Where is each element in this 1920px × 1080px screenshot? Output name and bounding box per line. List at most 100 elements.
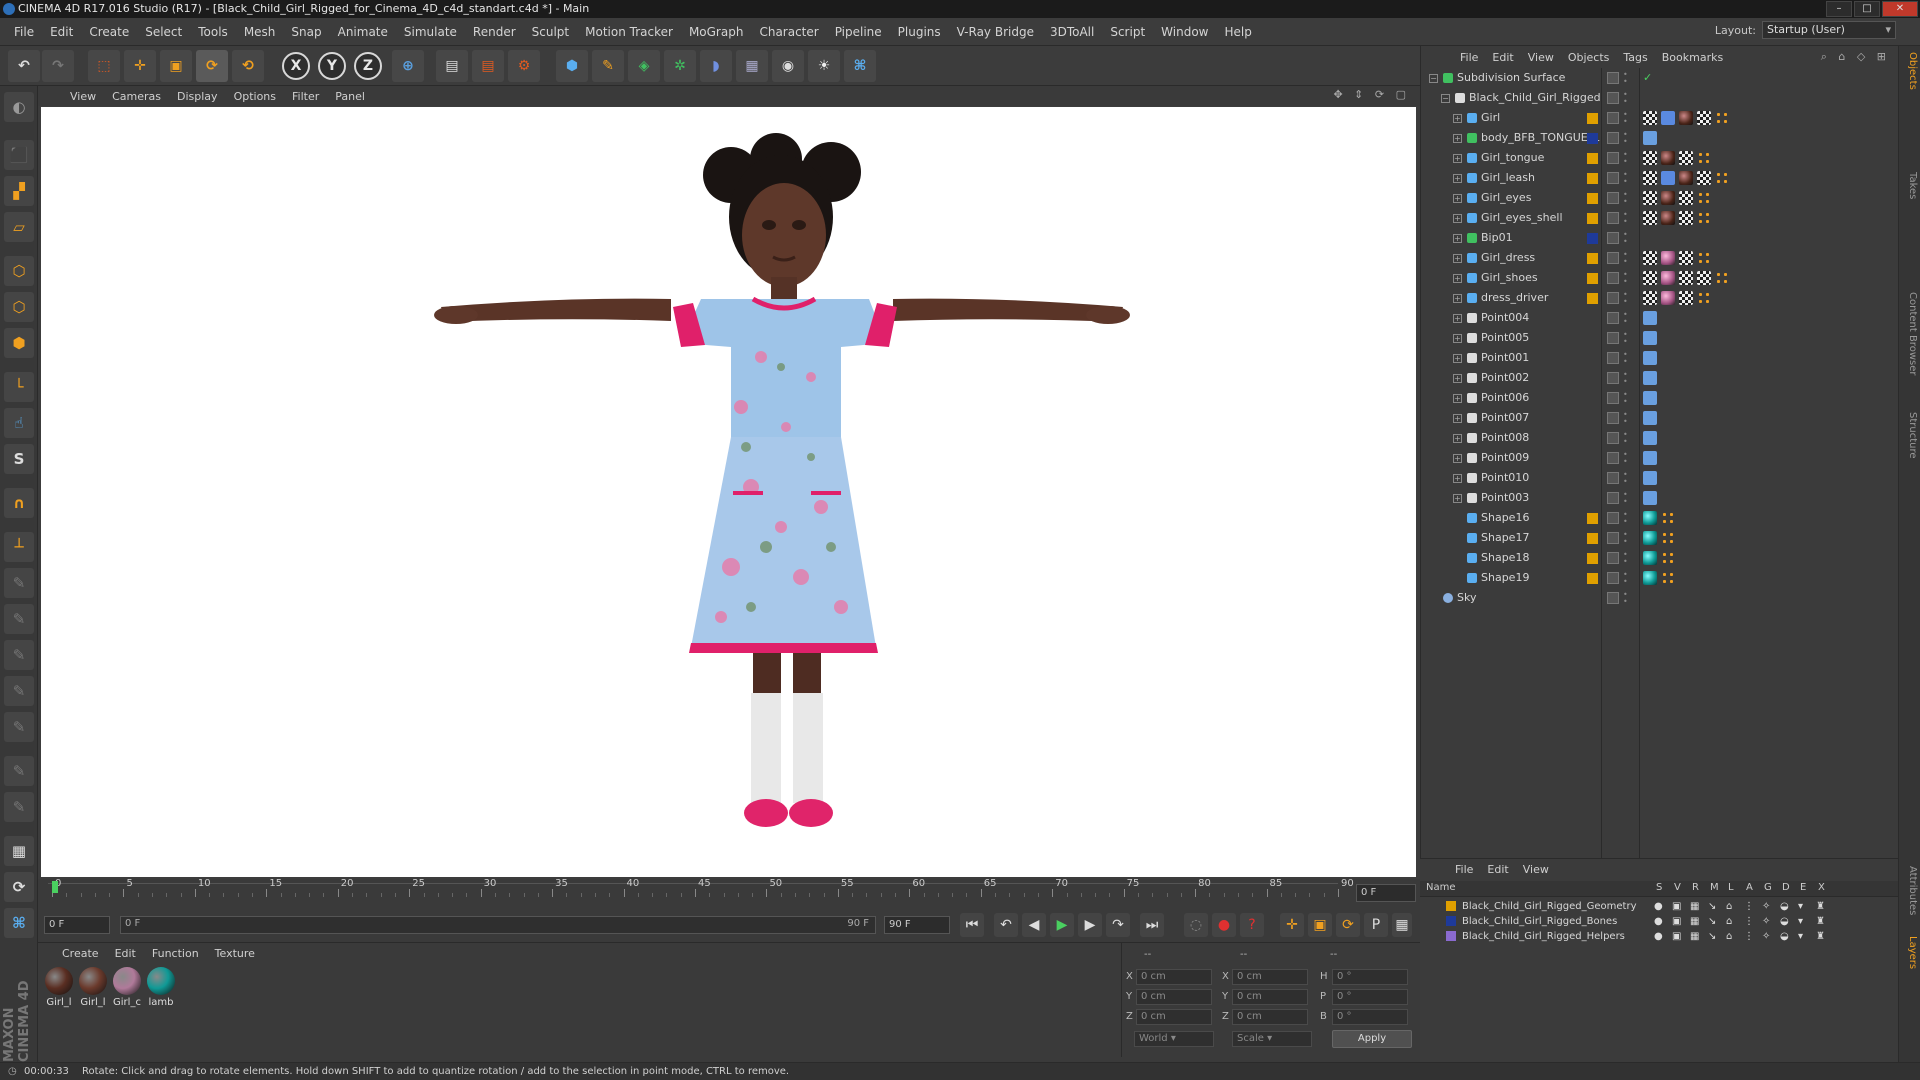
visibility-toggle-icon[interactable] [1607,572,1619,584]
frame-range-slider[interactable]: 0 F 90 F [120,916,876,934]
object-row[interactable]: Shape16 • • [1421,508,1899,528]
visibility-toggle-icon[interactable] [1607,452,1619,464]
go-to-start-icon[interactable]: ⏮ [960,913,984,937]
menu-tools[interactable]: Tools [190,18,236,46]
pin-tag-icon[interactable] [1643,351,1657,365]
scale-icon[interactable]: ▣ [160,50,192,82]
coord-position-field[interactable]: 0 cm [1136,1009,1212,1025]
key-parameter-icon[interactable]: P [1364,913,1388,937]
object-row[interactable]: + Girl_shoes • • [1421,268,1899,288]
layer-flag-toggle-icon[interactable]: ↘ [1708,929,1716,944]
model-mode-icon[interactable]: ⬛ [4,140,34,170]
y-axis-button[interactable]: Y [318,52,346,80]
render-editor-dots-icon[interactable]: • • [1623,511,1628,526]
material-menu-edit[interactable]: Edit [107,947,144,960]
render-editor-dots-icon[interactable]: • • [1623,491,1628,506]
enabled-check-icon[interactable]: ✓ [1643,68,1652,88]
pin-tag-icon[interactable] [1643,431,1657,445]
rotate-icon[interactable]: ⟳ [196,50,228,82]
next-key-icon[interactable]: ↷ [1106,913,1130,937]
material-swatch[interactable]: lamb [146,967,176,1008]
layer-color-swatch[interactable] [1587,293,1598,304]
expand-toggle-icon[interactable]: + [1453,174,1462,183]
layer-flag-toggle-icon[interactable]: ▾ [1798,914,1803,929]
object-row[interactable]: + Girl_eyes • • [1421,188,1899,208]
expand-toggle-icon[interactable]: + [1453,274,1462,283]
layer-color-swatch[interactable] [1587,233,1598,244]
render-editor-dots-icon[interactable]: • • [1623,231,1628,246]
layer-color-swatch[interactable] [1446,916,1456,926]
light-icon[interactable]: ☀ [808,50,840,82]
layer-flag-toggle-icon[interactable]: ✧ [1762,914,1770,929]
z-axis-button[interactable]: Z [354,52,382,80]
visibility-toggle-icon[interactable] [1607,212,1619,224]
checker-tag-icon[interactable] [1679,151,1693,165]
material-swatch[interactable]: Girl_l [78,967,108,1008]
paint-icon[interactable]: ✎ [4,604,34,634]
layer-flag-toggle-icon[interactable]: ▦ [1690,914,1699,929]
layer-color-swatch[interactable] [1587,553,1598,564]
pinkmat-tag-icon[interactable] [1661,271,1675,285]
orange-tag-icon[interactable] [1697,191,1711,205]
teal-tag-icon[interactable] [1643,571,1657,585]
render-editor-dots-icon[interactable]: • • [1623,311,1628,326]
x-axis-button[interactable]: X [282,52,310,80]
orange-tag-icon[interactable] [1715,271,1729,285]
move-icon[interactable]: ✛ [124,50,156,82]
teal-tag-icon[interactable] [1643,531,1657,545]
expand-toggle-icon[interactable]: + [1453,454,1462,463]
hair-icon[interactable]: ✎ [4,756,34,786]
visibility-toggle-icon[interactable] [1607,412,1619,424]
pin-tag-icon[interactable] [1643,131,1657,145]
object-row[interactable]: + Point010 • • [1421,468,1899,488]
expand-toggle-icon[interactable]: + [1453,214,1462,223]
render-editor-dots-icon[interactable]: • • [1623,591,1628,606]
menu-motion-tracker[interactable]: Motion Tracker [577,18,681,46]
menu-edit[interactable]: Edit [42,18,81,46]
coord-size-field[interactable]: 0 cm [1232,1009,1308,1025]
layer-color-swatch[interactable] [1446,931,1456,941]
subdivision-icon[interactable]: ◈ [628,50,660,82]
checker-tag-icon[interactable] [1679,291,1693,305]
layer-color-swatch[interactable] [1587,133,1598,144]
layer-flag-toggle-icon[interactable]: ▦ [1690,899,1699,914]
previous-frame-icon[interactable]: ◀ [1022,913,1046,937]
mat-tag-icon[interactable] [1661,191,1675,205]
orange-tag-icon[interactable] [1697,151,1711,165]
end-frame-field[interactable]: 90 F [884,916,950,934]
layer-color-swatch[interactable] [1587,253,1598,264]
object-row[interactable]: + Point008 • • [1421,428,1899,448]
polygons-mode-icon[interactable]: ⬢ [4,328,34,358]
expand-toggle-icon[interactable]: + [1453,354,1462,363]
render-editor-dots-icon[interactable]: • • [1623,211,1628,226]
orange-tag-icon[interactable] [1715,111,1729,125]
weight-icon[interactable]: ✎ [4,676,34,706]
object-row[interactable]: + body_BFB_TONGUE_1 • • [1421,128,1899,148]
menu-snap[interactable]: Snap [283,18,329,46]
layer-flag-toggle-icon[interactable]: ◒ [1780,929,1789,944]
render-view-icon[interactable]: ▤ [436,50,468,82]
redo-icon[interactable]: ↷ [42,50,74,82]
layer-flag-toggle-icon[interactable]: ▣ [1672,929,1681,944]
object-row[interactable]: + Point007 • • [1421,408,1899,428]
orange-tag-icon[interactable] [1661,531,1675,545]
expand-toggle-icon[interactable]: + [1453,114,1462,123]
viewport-menu-filter[interactable]: Filter [284,90,327,103]
bone-tag-icon[interactable] [1661,111,1675,125]
record-keys-icon[interactable]: ◌ [1184,913,1208,937]
live-selection-icon[interactable]: ⬚ [88,50,120,82]
visibility-toggle-icon[interactable] [1607,292,1619,304]
visibility-toggle-icon[interactable] [1607,352,1619,364]
orange-tag-icon[interactable] [1661,511,1675,525]
key-scale-icon[interactable]: ▣ [1308,913,1332,937]
coord-rotation-field[interactable]: 0 ° [1332,969,1408,985]
layer-menu-edit[interactable]: Edit [1480,863,1515,876]
object-row[interactable]: + dress_driver • • [1421,288,1899,308]
workplane-axis-icon[interactable]: ┴ [4,532,34,562]
layer-flag-toggle-icon[interactable]: ● [1654,929,1663,944]
recent-tool-icon[interactable]: ⟲ [232,50,264,82]
visibility-toggle-icon[interactable] [1607,192,1619,204]
render-picture-viewer-icon[interactable]: ▤ [472,50,504,82]
expand-toggle-icon[interactable]: + [1453,434,1462,443]
visibility-toggle-icon[interactable] [1607,552,1619,564]
